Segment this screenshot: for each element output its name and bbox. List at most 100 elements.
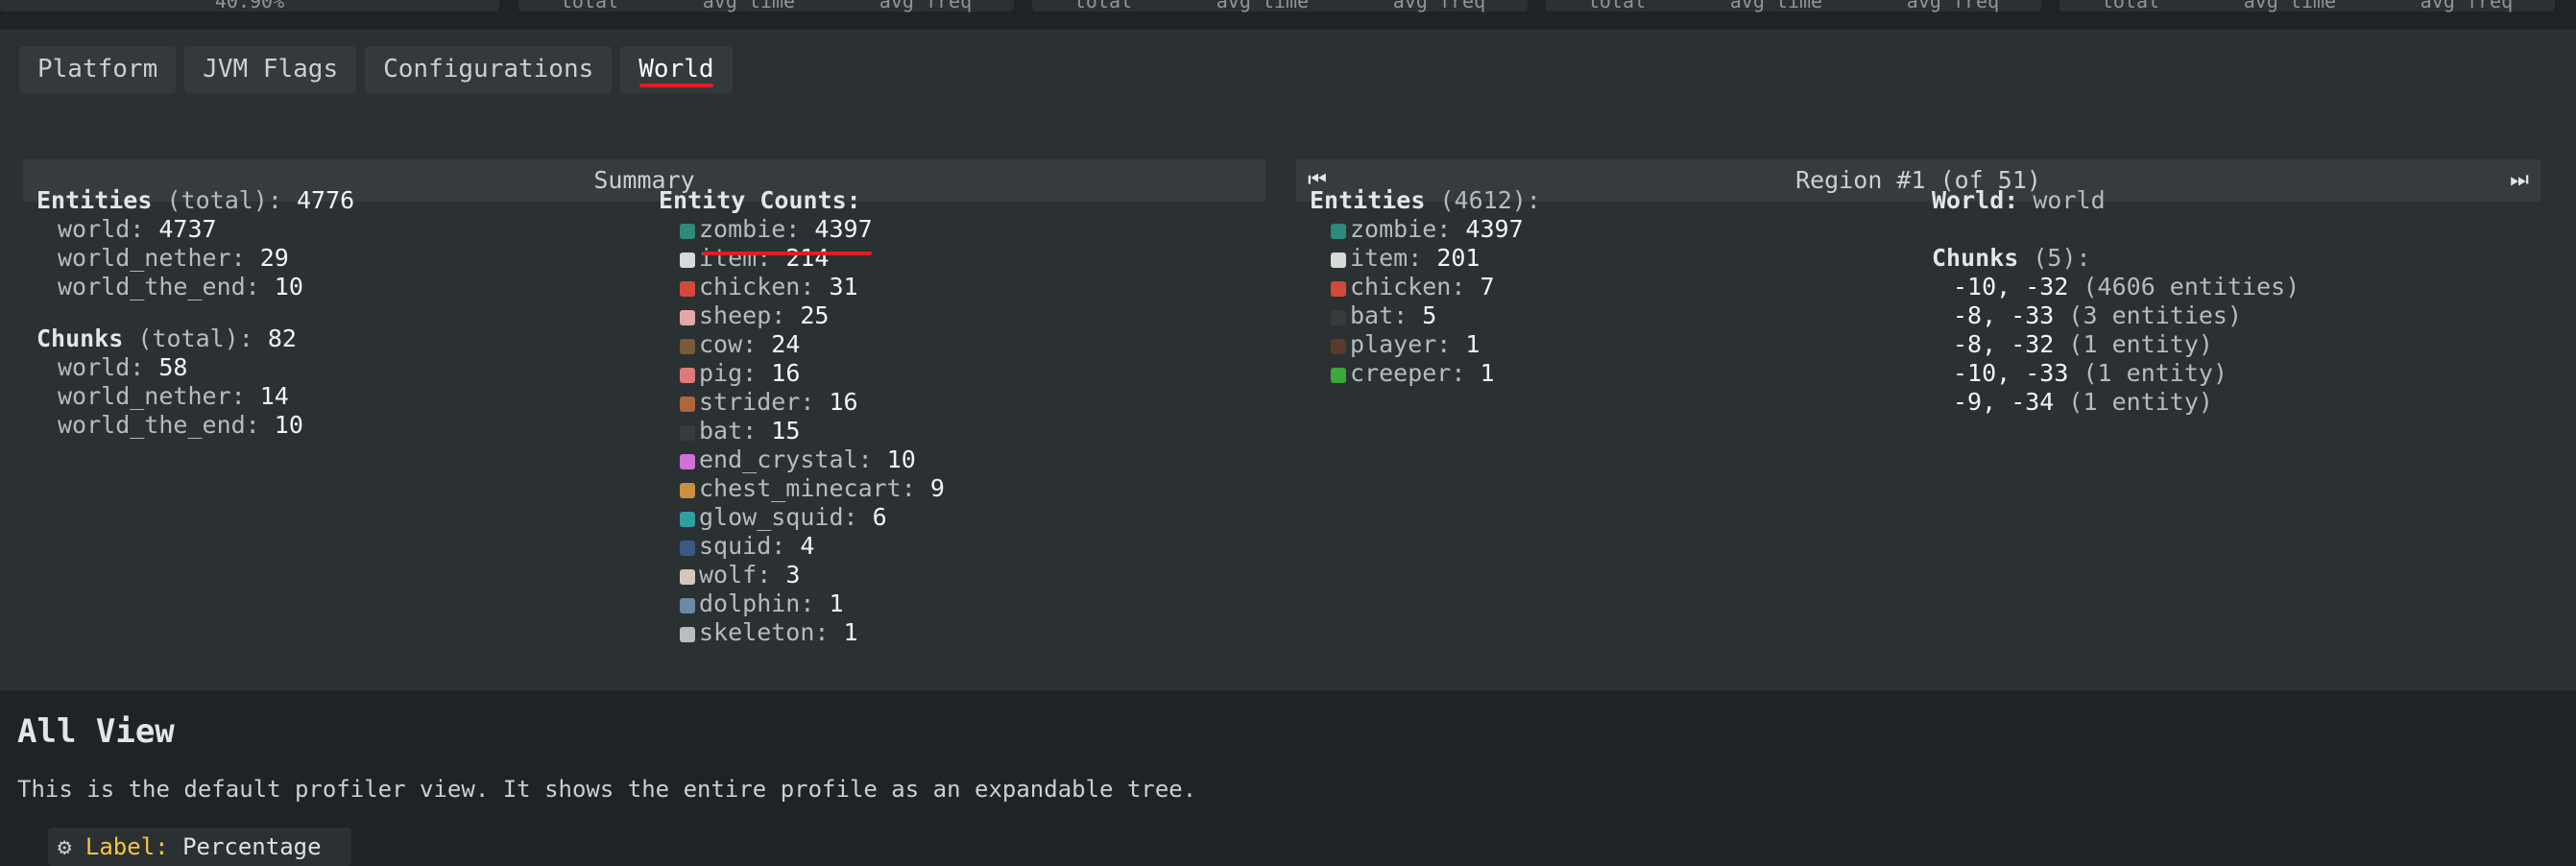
stat-card-3-avg-time: avg time	[1216, 0, 1310, 12]
entity-name: creeper:	[1350, 359, 1466, 387]
tab-configurations[interactable]: Configurations	[365, 46, 613, 93]
strider-icon	[680, 397, 695, 412]
entity-count: 10	[886, 445, 916, 473]
list-item: skeleton: 1	[659, 618, 945, 647]
chunk-coords: -9, -34	[1953, 388, 2055, 416]
list-item: chest_minecart: 9	[659, 474, 945, 503]
cow-icon	[680, 339, 695, 354]
region-world-key: World:	[1932, 186, 2019, 214]
region-world-value: world	[2033, 186, 2106, 214]
stat-card-2-avg-time: avg time	[702, 0, 796, 12]
label-selector[interactable]: ⚙ Label: Percentage	[48, 828, 351, 866]
stat-card-1: 40.90%	[0, 0, 499, 12]
entity-count: 1	[843, 618, 858, 646]
entity-count: 7	[1480, 273, 1495, 301]
entity-count: 5	[1422, 301, 1437, 329]
entity-name: wolf:	[699, 561, 772, 589]
dolphin-icon	[680, 598, 695, 613]
stat-card-5-avg-time: avg time	[2243, 0, 2337, 12]
chunk-row[interactable]: -9, -34 (1 entity)	[1932, 388, 2299, 417]
region-chunks-key: Chunks	[1932, 244, 2019, 272]
stat-card-4-avg-time: avg time	[1729, 0, 1823, 12]
zombie-icon	[1331, 224, 1346, 239]
summary-totals: Entities (total): 4776 world: 4737 world…	[36, 186, 354, 440]
entity-counts-title: Entity Counts:	[659, 186, 861, 214]
region-chunks-title-line: Chunks (5):	[1932, 244, 2299, 273]
list-item: cow: 24	[659, 330, 945, 359]
chunk-coords: -10, -33	[1953, 359, 2069, 387]
chunks-total-value: 82	[267, 325, 297, 352]
entity-counts-title-line: Entity Counts:	[659, 186, 945, 215]
entities-total-value: 4776	[296, 186, 355, 214]
region-world-chunks: World: world Chunks (5): -10, -32 (4606 …	[1932, 186, 2299, 417]
all-view-description: This is the default profiler view. It sh…	[17, 776, 1197, 803]
list-item: end_crystal: 10	[659, 445, 945, 474]
entity-counts: Entity Counts: zombie: 4397 item: 214 chic…	[659, 186, 945, 647]
glow-squid-icon	[680, 512, 695, 527]
chicken-icon	[680, 281, 695, 297]
chunks-total-line: Chunks (total): 82	[36, 325, 354, 353]
stat-card-3-total: total	[1073, 0, 1133, 12]
entity-name: chicken:	[699, 273, 815, 301]
last-region-icon[interactable]: ⏭	[2508, 168, 2531, 193]
list-item: chicken: 7	[1310, 273, 1541, 301]
creeper-icon	[1331, 368, 1346, 383]
skeleton-icon	[680, 627, 695, 642]
list-item: sheep: 25	[659, 301, 945, 330]
list-item: world: 4737	[58, 215, 217, 243]
chunk-coords: -10, -32	[1953, 273, 2069, 301]
stat-card-3: total avg time avg freq	[1032, 0, 1528, 12]
region-entities-count: (4612):	[1439, 186, 1541, 214]
chunk-row[interactable]: -10, -33 (1 entity)	[1932, 359, 2299, 388]
stat-card-5: total avg time avg freq	[2059, 0, 2555, 12]
item-icon	[1331, 253, 1346, 268]
sheep-icon	[680, 310, 695, 325]
tab-world-label: World	[638, 55, 714, 84]
entities-total-mid: (total):	[166, 186, 282, 214]
region-entities-title-line: Entities (4612):	[1310, 186, 1541, 215]
stat-card-2-total: total	[560, 0, 619, 12]
chunk-row[interactable]: -10, -32 (4606 entities)	[1932, 273, 2299, 301]
list-item: world_nether: 14	[58, 382, 289, 410]
bat-icon	[680, 425, 695, 441]
region-world-line: World: world	[1932, 186, 2299, 215]
wolf-icon	[680, 569, 695, 585]
entity-count: 9	[929, 474, 945, 502]
entity-name: bat:	[1350, 301, 1408, 329]
entity-count: 15	[771, 417, 801, 445]
entity-count: 1	[829, 589, 844, 617]
list-item: item: 201	[1310, 244, 1541, 273]
zombie-annotation-underline	[703, 252, 872, 255]
entity-name: zombie:	[1350, 215, 1452, 243]
tab-jvm-flags[interactable]: JVM Flags	[184, 46, 357, 93]
chunk-row[interactable]: -8, -32 (1 entity)	[1932, 330, 2299, 359]
list-item: player: 1	[1310, 330, 1541, 359]
chunk-coords: -8, -33	[1953, 301, 2055, 329]
stat-card-4-total: total	[1587, 0, 1647, 12]
list-item: item: 214	[659, 244, 945, 273]
chunks-total-key: Chunks	[36, 325, 124, 352]
list-item: dolphin: 1	[659, 589, 945, 618]
entity-name: item:	[1350, 244, 1423, 272]
entity-count: 201	[1436, 244, 1481, 272]
entity-count: 1	[1465, 330, 1481, 358]
pig-icon	[680, 368, 695, 383]
entity-count: 3	[785, 561, 801, 589]
tab-world[interactable]: World	[620, 46, 733, 93]
list-item: glow_squid: 6	[659, 503, 945, 532]
region-entities: Entities (4612): zombie: 4397 item: 201 ch…	[1310, 186, 1541, 388]
list-item: world_the_end: 10	[58, 411, 303, 439]
chunk-detail: (1 entity)	[2068, 388, 2213, 416]
chest-minecart-icon	[680, 483, 695, 498]
stat-card-4-avg-freq: avg freq	[1906, 0, 2000, 12]
chunks-total-mid: (total):	[137, 325, 253, 352]
entity-count: 4397	[814, 215, 873, 243]
entity-count: 214	[785, 244, 830, 272]
list-item: world_the_end: 10	[58, 273, 303, 301]
chunk-detail: (1 entity)	[2082, 359, 2227, 387]
entities-total-line: Entities (total): 4776	[36, 186, 354, 215]
chunk-row[interactable]: -8, -33 (3 entities)	[1932, 301, 2299, 330]
top-stats-strip: 40.90% total avg time avg freq total avg…	[0, 0, 2576, 12]
list-item: creeper: 1	[1310, 359, 1541, 388]
tab-platform[interactable]: Platform	[19, 46, 177, 93]
